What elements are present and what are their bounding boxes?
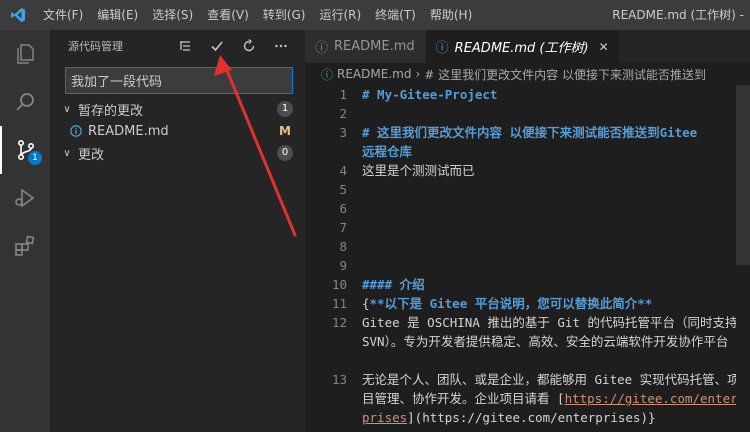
tab-label: README.md xyxy=(334,39,415,54)
code-line: 7 xyxy=(305,218,750,237)
window-title: README.md (工作树) - xyxy=(612,8,744,22)
tab-label: README.md (工作树) xyxy=(454,41,589,56)
line-number: 5 xyxy=(339,182,347,197)
commit-message-box xyxy=(65,67,293,94)
markdown-info-icon xyxy=(68,123,84,139)
bold-text: **以下是 Gitee 平台说明，您可以替换此简介** xyxy=(369,296,653,311)
commit-message-input[interactable] xyxy=(71,68,287,93)
menu-go[interactable]: 转到(G) xyxy=(256,0,313,30)
scrollbar-thumb[interactable] xyxy=(736,85,750,265)
line-number: 10 xyxy=(331,277,347,292)
vscode-logo-icon xyxy=(0,0,36,30)
code-line: 5 xyxy=(305,180,750,199)
sidebar-actions xyxy=(169,30,297,62)
code-text: Gitee 是 OSCHINA 推出的基于 Git 的代码托管平台（同时支持 S… xyxy=(362,315,738,349)
explorer-icon[interactable] xyxy=(0,30,50,78)
line-number: 6 xyxy=(339,201,347,216)
code-text: 远程仓库 xyxy=(362,144,413,159)
code-text: #### 介绍 xyxy=(362,277,425,292)
menu-edit[interactable]: 编辑(E) xyxy=(90,0,145,30)
code-line: 11 {**以下是 Gitee 平台说明，您可以替换此简介** xyxy=(305,294,750,313)
code-line: 2 xyxy=(305,104,750,123)
line-number: 12 xyxy=(331,315,347,330)
view-as-tree-icon[interactable] xyxy=(169,30,201,62)
code-line: 12 Gitee 是 OSCHINA 推出的基于 Git 的代码托管平台（同时支… xyxy=(305,313,750,370)
chevron-right-icon: › xyxy=(415,67,421,81)
editor-area: ⓘ README.md ⓘ README.md (工作树) ✕ ⓘ README… xyxy=(305,30,750,432)
code-line: 9 xyxy=(305,256,750,275)
code-line: 6 xyxy=(305,199,750,218)
line-number: 8 xyxy=(339,239,347,254)
plain-text: ](https://gitee.com/enterprises)} xyxy=(407,410,656,425)
refresh-icon[interactable] xyxy=(233,30,265,62)
line-number: 3 xyxy=(339,125,347,140)
editor-scrollbar[interactable] xyxy=(736,85,750,432)
line-number: 4 xyxy=(339,163,347,178)
staged-file-name: README.md xyxy=(88,123,169,139)
editor-tabs: ⓘ README.md ⓘ README.md (工作树) ✕ xyxy=(305,30,750,63)
line-number: 7 xyxy=(339,220,347,235)
title-bar: 文件(F) 编辑(E) 选择(S) 查看(V) 转到(G) 运行(R) 终端(T… xyxy=(0,0,750,30)
tab-readme-working-tree[interactable]: ⓘ README.md (工作树) ✕ xyxy=(425,30,620,63)
chevron-down-icon: ∨ xyxy=(63,103,71,115)
line-number: 11 xyxy=(331,296,347,311)
line-number: 9 xyxy=(339,258,347,273)
modified-status-badge: M xyxy=(279,124,291,138)
close-icon[interactable]: ✕ xyxy=(599,40,609,54)
code-editor[interactable]: 1 # My-Gitee-Project 2 3 # 这里我们更改文件内容 以便… xyxy=(305,85,750,427)
staged-count-badge: 1 xyxy=(277,101,293,117)
code-text: # 这里我们更改文件内容 以便接下来测试能否推送到Gitee xyxy=(362,125,698,140)
code-line: 4 这里是个测测试而已 xyxy=(305,161,750,180)
line-number: 13 xyxy=(331,372,347,387)
markdown-info-icon: ⓘ xyxy=(435,41,449,56)
staged-changes-label: 暂存的更改 xyxy=(78,103,144,119)
changes-tree: ∨ 暂存的更改 1 README.md M ∨ 更改 0 xyxy=(50,98,305,164)
staged-changes-group[interactable]: ∨ 暂存的更改 1 xyxy=(50,98,305,120)
menu-file[interactable]: 文件(F) xyxy=(36,0,90,30)
code-text: 这里是个测测试而已 xyxy=(362,163,475,178)
tab-readme[interactable]: ⓘ README.md xyxy=(305,30,426,63)
staged-file-item[interactable]: README.md M xyxy=(50,120,305,142)
code-text: 无论是个人、团队、或是企业，都能够用 Gitee 实现代码托管、项目管理、协作开… xyxy=(362,370,742,427)
menu-run[interactable]: 运行(R) xyxy=(312,0,368,30)
code-line: 3 # 这里我们更改文件内容 以便接下来测试能否推送到Gitee 远程仓库 xyxy=(305,123,750,161)
chevron-down-icon: ∨ xyxy=(63,147,71,159)
menu-terminal[interactable]: 终端(T) xyxy=(368,0,423,30)
menu-help[interactable]: 帮助(H) xyxy=(423,0,479,30)
menu-bar: 文件(F) 编辑(E) 选择(S) 查看(V) 转到(G) 运行(R) 终端(T… xyxy=(36,0,479,30)
changes-group[interactable]: ∨ 更改 0 xyxy=(50,142,305,164)
commit-check-icon[interactable] xyxy=(201,30,233,62)
code-text: {**以下是 Gitee 平台说明，您可以替换此简介** xyxy=(362,294,742,313)
code-line: 13 无论是个人、团队、或是企业，都能够用 Gitee 实现代码托管、项目管理、… xyxy=(305,370,750,427)
source-control-icon[interactable]: 1 xyxy=(0,126,50,174)
sidebar-title: 源代码管理 xyxy=(68,40,123,53)
brace-text: { xyxy=(362,296,370,311)
markdown-info-icon: ⓘ xyxy=(315,41,329,56)
code-line: 8 xyxy=(305,237,750,256)
run-debug-icon[interactable] xyxy=(0,174,50,222)
sidebar-header: 源代码管理 xyxy=(50,30,305,62)
search-icon[interactable] xyxy=(0,78,50,126)
activity-bar: 1 xyxy=(0,30,50,432)
breadcrumb-file[interactable]: README.md xyxy=(337,67,411,81)
source-control-sidebar: 源代码管理 ∨ 暂存的更改 1 REA xyxy=(50,30,305,432)
extensions-icon[interactable] xyxy=(0,222,50,270)
code-text: # My-Gitee-Project xyxy=(362,87,498,102)
menu-selection[interactable]: 选择(S) xyxy=(145,0,200,30)
line-number: 2 xyxy=(339,106,347,121)
breadcrumb: ⓘ README.md › # 这里我们更改文件内容 以便接下来测试能否推送到 xyxy=(305,63,750,85)
menu-view[interactable]: 查看(V) xyxy=(200,0,256,30)
changes-count-badge: 0 xyxy=(277,145,293,161)
code-line: 1 # My-Gitee-Project xyxy=(305,85,750,104)
changes-label: 更改 xyxy=(78,147,105,163)
more-actions-icon[interactable] xyxy=(265,30,297,62)
code-line: 10 #### 介绍 xyxy=(305,275,750,294)
markdown-info-icon: ⓘ xyxy=(321,67,334,82)
line-number: 1 xyxy=(339,87,347,102)
breadcrumb-heading[interactable]: # 这里我们更改文件内容 以便接下来测试能否推送到 xyxy=(424,66,706,83)
source-control-badge: 1 xyxy=(28,151,42,165)
